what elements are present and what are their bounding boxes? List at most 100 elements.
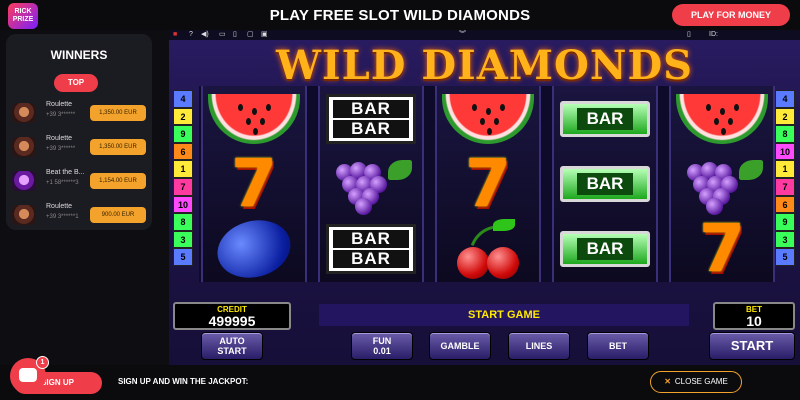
history-icon[interactable]: ▣	[261, 31, 268, 39]
payline-indicator: 5	[775, 248, 795, 266]
seven-symbol: 7	[231, 144, 277, 222]
payline-indicator: 6	[775, 195, 795, 214]
top-filter-button[interactable]: TOP	[54, 74, 98, 92]
gamble-button[interactable]: GAMBLE	[429, 332, 491, 360]
double-bar-symbol: BAR BAR	[326, 93, 416, 144]
reel-cell: BAR	[554, 151, 656, 216]
winner-row[interactable]: Roulette +39 3******1 900.00 EUR	[10, 202, 148, 228]
reel-cell	[437, 216, 539, 281]
winner-amount: 900.00 EUR	[90, 207, 146, 223]
bar-symbol: BAR	[560, 100, 650, 137]
paylines-left: 4 2 9 6 1 7 10 8 3 5	[173, 90, 195, 266]
payline-indicator: 1	[775, 160, 795, 178]
reel-cell	[671, 86, 773, 151]
close-game-button[interactable]: ✕ CLOSE GAME	[650, 371, 742, 393]
payline-indicator: 4	[173, 90, 193, 108]
winner-user: +39 3******1	[46, 214, 79, 220]
status-message: START GAME	[319, 304, 689, 326]
reel: 7	[669, 86, 775, 282]
payline-indicator: 3	[173, 230, 193, 249]
settings-icon[interactable]: ▭	[219, 31, 226, 39]
reel-cell: 7	[203, 144, 305, 222]
payline-indicator: 7	[775, 177, 795, 196]
start-label: START	[730, 338, 774, 353]
chevron-down-icon[interactable]: ︾	[459, 31, 466, 39]
game-logo: WILD DIAMONDS	[275, 42, 694, 89]
gamble-label: GAMBLE	[440, 341, 480, 351]
uk-flag-icon[interactable]: ■	[173, 31, 177, 39]
roulette-avatar	[12, 137, 36, 157]
lines-label: LINES	[525, 341, 553, 351]
winner-row[interactable]: Roulette +39 3****** 1,350.00 EUR	[10, 100, 148, 126]
winner-amount: 1,350.00 EUR	[90, 139, 146, 155]
winner-user: +39 3******	[46, 146, 76, 152]
winner-game: Beat the B...	[46, 169, 85, 176]
reel-cell	[203, 211, 305, 286]
chat-notification-badge: 1	[36, 356, 49, 369]
fun-value: 0.01	[373, 346, 391, 356]
close-game-label: CLOSE GAME	[674, 377, 728, 386]
paytable-icon[interactable]: ▢	[247, 31, 254, 39]
winner-amount: 1,154.00 EUR	[90, 173, 146, 189]
winner-row[interactable]: Roulette +39 3****** 1,350.00 EUR	[10, 134, 148, 160]
close-icon: ✕	[664, 377, 671, 386]
fun-denomination-button[interactable]: FUN 0.01	[351, 332, 413, 360]
watermelon-symbol	[442, 93, 534, 144]
start-button[interactable]: START	[709, 332, 795, 360]
winner-game: Roulette	[46, 101, 73, 108]
reel-cell: BAR	[554, 216, 656, 281]
seven-symbol: 7	[699, 209, 745, 287]
jackpot-text: SIGN UP AND WIN THE JACKPOT:	[118, 377, 249, 386]
reel: 7	[435, 86, 541, 282]
bet-button[interactable]: BET	[587, 332, 649, 360]
payline-indicator: 7	[173, 177, 193, 196]
credit-value: 499995	[208, 313, 256, 329]
footer-bar: SIGN UP SIGN UP AND WIN THE JACKPOT: ✕ CL…	[0, 365, 800, 400]
reel-cell: BAR BAR	[320, 86, 422, 151]
payline-indicator: 2	[173, 107, 193, 126]
double-bar-symbol: BAR BAR	[326, 223, 416, 274]
game-id-label: ID:	[709, 31, 718, 38]
paylines-right: 4 2 8 10 1 7 6 9 3 5	[775, 90, 797, 266]
payline-indicator: 10	[775, 142, 795, 161]
reel: 7	[201, 86, 307, 286]
winners-title: WINNERS	[50, 48, 108, 62]
payline-indicator: 5	[173, 248, 193, 266]
bet-button-label: BET	[609, 341, 627, 351]
winner-user: +39 3******	[46, 112, 76, 118]
play-for-money-button[interactable]: PLAY FOR MONEY	[672, 4, 790, 26]
credit-display: CREDIT 499995	[173, 302, 291, 330]
plum-symbol	[211, 211, 297, 286]
top-bar: RICK PRIZE PLAY FREE SLOT WILD DIAMONDS …	[0, 0, 800, 30]
grapes-symbol	[330, 156, 412, 215]
payline-indicator: 8	[775, 125, 795, 143]
fullscreen-icon[interactable]: ▯	[687, 31, 691, 39]
seven-symbol: 7	[465, 144, 511, 222]
reel-cell: 7	[671, 209, 773, 287]
cherry-symbol	[453, 216, 523, 279]
bet-value: 10	[746, 313, 762, 329]
reel-cell	[671, 151, 773, 216]
watermelon-symbol	[208, 93, 300, 144]
sound-icon[interactable]: ◀)	[201, 31, 209, 39]
payline-indicator: 9	[173, 125, 193, 143]
bar-symbol: BAR	[560, 165, 650, 202]
payline-indicator: 4	[775, 90, 795, 108]
reel: BAR BAR BAR	[552, 86, 658, 282]
payline-indicator: 10	[173, 195, 193, 214]
payline-indicator: 8	[173, 213, 193, 231]
payline-indicator: 9	[775, 213, 795, 231]
roulette-avatar	[12, 103, 36, 123]
winner-user: +1 58******3	[46, 180, 79, 186]
auto-start-button[interactable]: AUTO START	[201, 332, 263, 360]
lines-button[interactable]: LINES	[508, 332, 570, 360]
slot-game[interactable]: ■ ? ◀) ▭ ▯ ▢ ▣ ︾ ▯ ID: WILD DIAMONDS 429…	[169, 30, 800, 365]
chat-icon	[19, 368, 37, 382]
info-icon[interactable]: ▯	[233, 31, 237, 39]
payline-indicator: 2	[775, 107, 795, 126]
auto-start-label-1: AUTO	[219, 336, 245, 346]
beat-the-bank-avatar	[12, 171, 36, 191]
reel: BAR BAR BAR BAR	[318, 86, 424, 282]
help-icon[interactable]: ?	[189, 31, 193, 39]
winner-row[interactable]: Beat the B... +1 58******3 1,154.00 EUR	[10, 168, 148, 194]
